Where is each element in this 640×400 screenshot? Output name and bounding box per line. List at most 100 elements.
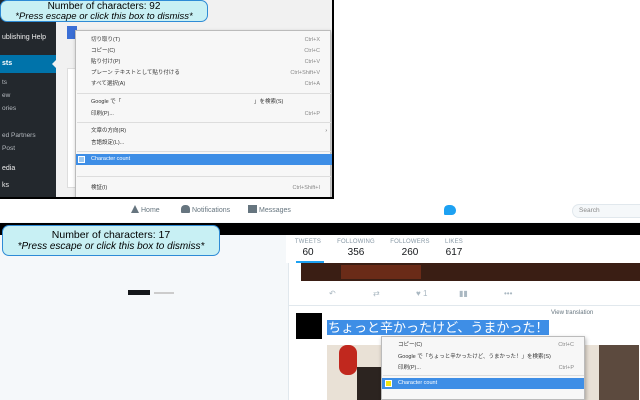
previous-tweet-media[interactable] (301, 263, 640, 281)
stat-value: 260 (401, 247, 419, 258)
photo-right-region (599, 345, 639, 400)
twitter-profile-panel: Home Notifications Messages Search TWEET… (0, 200, 640, 400)
nav-messages[interactable]: Messages (248, 205, 291, 217)
home-icon (131, 205, 139, 213)
nav-notifications[interactable]: Notifications (181, 205, 230, 217)
menu-item-label: 言語設定(L)... (91, 140, 125, 146)
heart-icon: ♥ (416, 289, 421, 298)
profile-name-fragment (128, 290, 150, 295)
tweet-actions: ↶ ⇄ ♥ 1 ▮▮ ••• (289, 287, 640, 301)
analytics-icon[interactable]: ▮▮ (459, 289, 468, 299)
extension-icon (78, 156, 85, 163)
character-count-toast[interactable]: Number of characters: 92 *Press escape o… (0, 0, 208, 22)
menu-item-inspect[interactable]: 検証(I) Ctrl+Shift+I (76, 183, 332, 193)
menu-separator (77, 151, 331, 152)
nav-label: Messages (259, 207, 291, 214)
menu-item-label: コピー(C) (91, 48, 116, 54)
menu-item-label: プレーン テキストとして貼り付ける (91, 70, 180, 76)
menu-item-copy[interactable]: コピー(C) Ctrl+C (382, 340, 584, 350)
stat-following[interactable]: FOLLOWING 356 (336, 239, 376, 258)
menu-separator (383, 375, 584, 376)
sidebar-item-posts[interactable]: sts (0, 55, 56, 73)
nav-home[interactable]: Home (131, 205, 160, 217)
menu-item-shortcut: Ctrl+C (558, 342, 574, 348)
stat-value: 617 (445, 247, 463, 258)
stat-label: TWEETS (294, 239, 322, 245)
menu-item-shortcut: Ctrl+A (304, 81, 320, 87)
sidebar-item-publishing-help[interactable]: ublishing Help (0, 31, 56, 45)
search-input[interactable]: Search (572, 204, 640, 218)
top-navigation: Home Notifications Messages Search (0, 200, 640, 222)
character-count-toast[interactable]: Number of characters: 17 *Press escape o… (2, 225, 220, 256)
menu-item-label-suffix: 」を検索(S) (254, 99, 284, 105)
menu-item-shortcut: Ctrl+P (304, 111, 320, 117)
view-translation-link[interactable]: View translation (551, 310, 593, 316)
dismiss-hint: *Press escape or click this box to dismi… (17, 241, 205, 252)
menu-item-select-all[interactable]: すべて選択(A) Ctrl+A (76, 79, 332, 89)
menu-separator (77, 122, 331, 123)
menu-item-label: Character count (398, 380, 438, 386)
menu-separator (77, 176, 331, 177)
menu-item-label: 貼り付け(P) (91, 59, 121, 65)
photo-shadow (357, 367, 381, 400)
menu-item-label: 印刷(P)... (91, 111, 114, 117)
menu-item-shortcut: Ctrl+V (304, 59, 320, 65)
more-icon[interactable]: ••• (504, 289, 512, 299)
sidebar-subitem-categories[interactable]: ories (0, 102, 56, 116)
menu-item-shortcut: Ctrl+X (304, 37, 320, 43)
menu-item-print[interactable]: 印刷(P)... Ctrl+P (382, 363, 584, 373)
menu-item-label: Character count (91, 156, 131, 162)
menu-separator (77, 93, 331, 94)
menu-item-label: 切り取り(T) (91, 37, 121, 43)
character-count-text: Number of characters: 17 (51, 229, 171, 241)
media-detail (341, 265, 421, 279)
sidebar-subitem-partners[interactable]: ed Partners (0, 129, 56, 143)
menu-item-writing-direction[interactable]: 文章の方向(R) › (76, 126, 332, 136)
stat-followers[interactable]: FOLLOWERS 260 (388, 239, 432, 258)
retweet-icon[interactable]: ⇄ (373, 289, 380, 299)
profile-handle-fragment (154, 292, 174, 294)
reply-icon[interactable]: ↶ (329, 289, 336, 299)
menu-item-paste[interactable]: 貼り付け(P) Ctrl+V (76, 57, 332, 67)
like-button[interactable]: ♥ 1 (416, 289, 427, 299)
menu-item-shortcut: Ctrl+P (558, 365, 574, 371)
sidebar-item-media[interactable]: edia (0, 162, 56, 176)
menu-item-character-count[interactable]: Character count (382, 378, 584, 389)
stat-label: FOLLOWERS (390, 239, 430, 245)
menu-item-cut[interactable]: 切り取り(T) Ctrl+X (76, 35, 332, 45)
like-count: 1 (422, 289, 428, 298)
menu-item-label: 印刷(P)... (398, 365, 421, 371)
menu-item-character-count[interactable]: Character count (76, 154, 332, 165)
menu-item-print[interactable]: 印刷(P)... Ctrl+P (76, 109, 332, 119)
menu-item-google-search[interactable]: Google で「 」を検索(S) (76, 97, 332, 107)
sidebar-subitem-all-posts[interactable]: ts (0, 76, 56, 90)
sidebar-item-links[interactable]: ks (0, 179, 56, 193)
profile-sidebar (0, 235, 283, 400)
stat-tweets[interactable]: TWEETS 60 (292, 239, 324, 258)
menu-item-shortcut: Ctrl+Shift+I (292, 185, 320, 191)
menu-item-label: コピー(C) (398, 342, 423, 348)
stat-label: FOLLOWING (337, 239, 375, 245)
tweet-text-selected[interactable]: ちょっと辛かったけど、うまかった！ (327, 320, 550, 335)
stat-value: 60 (302, 247, 314, 258)
sidebar-subitem-post[interactable]: Post (0, 142, 56, 156)
sidebar-subitem-add-new[interactable]: ew (0, 89, 56, 103)
menu-item-google-search[interactable]: Google で「ちょっと辛かったけど、うまかった！」を検索(S) (382, 352, 584, 362)
sidebar-item-label: sts (2, 60, 13, 67)
menu-item-label: 文章の方向(R) (91, 128, 127, 134)
stat-value: 356 (347, 247, 365, 258)
menu-item-language-settings[interactable]: 言語設定(L)... (76, 138, 332, 148)
menu-item-paste-plain[interactable]: プレーン テキストとして貼り付ける Ctrl+Shift+V (76, 68, 332, 78)
tweet-divider (289, 305, 640, 306)
twitter-bird-icon[interactable] (444, 205, 456, 215)
context-menu: 切り取り(T) Ctrl+X コピー(C) Ctrl+C 貼り付け(P) Ctr… (75, 30, 332, 197)
screenshot-stage: s ublishing Help sts ts ew ories ed Part… (0, 0, 640, 400)
menu-item-label: Google で「 (91, 99, 122, 105)
envelope-icon (248, 205, 257, 213)
submenu-arrow-icon: › (325, 128, 327, 134)
avatar[interactable] (296, 313, 322, 339)
menu-item-copy[interactable]: コピー(C) Ctrl+C (76, 46, 332, 56)
nav-label: Home (141, 207, 160, 214)
stat-likes[interactable]: LIKES 617 (440, 239, 468, 258)
menu-item-label: 検証(I) (91, 185, 108, 191)
